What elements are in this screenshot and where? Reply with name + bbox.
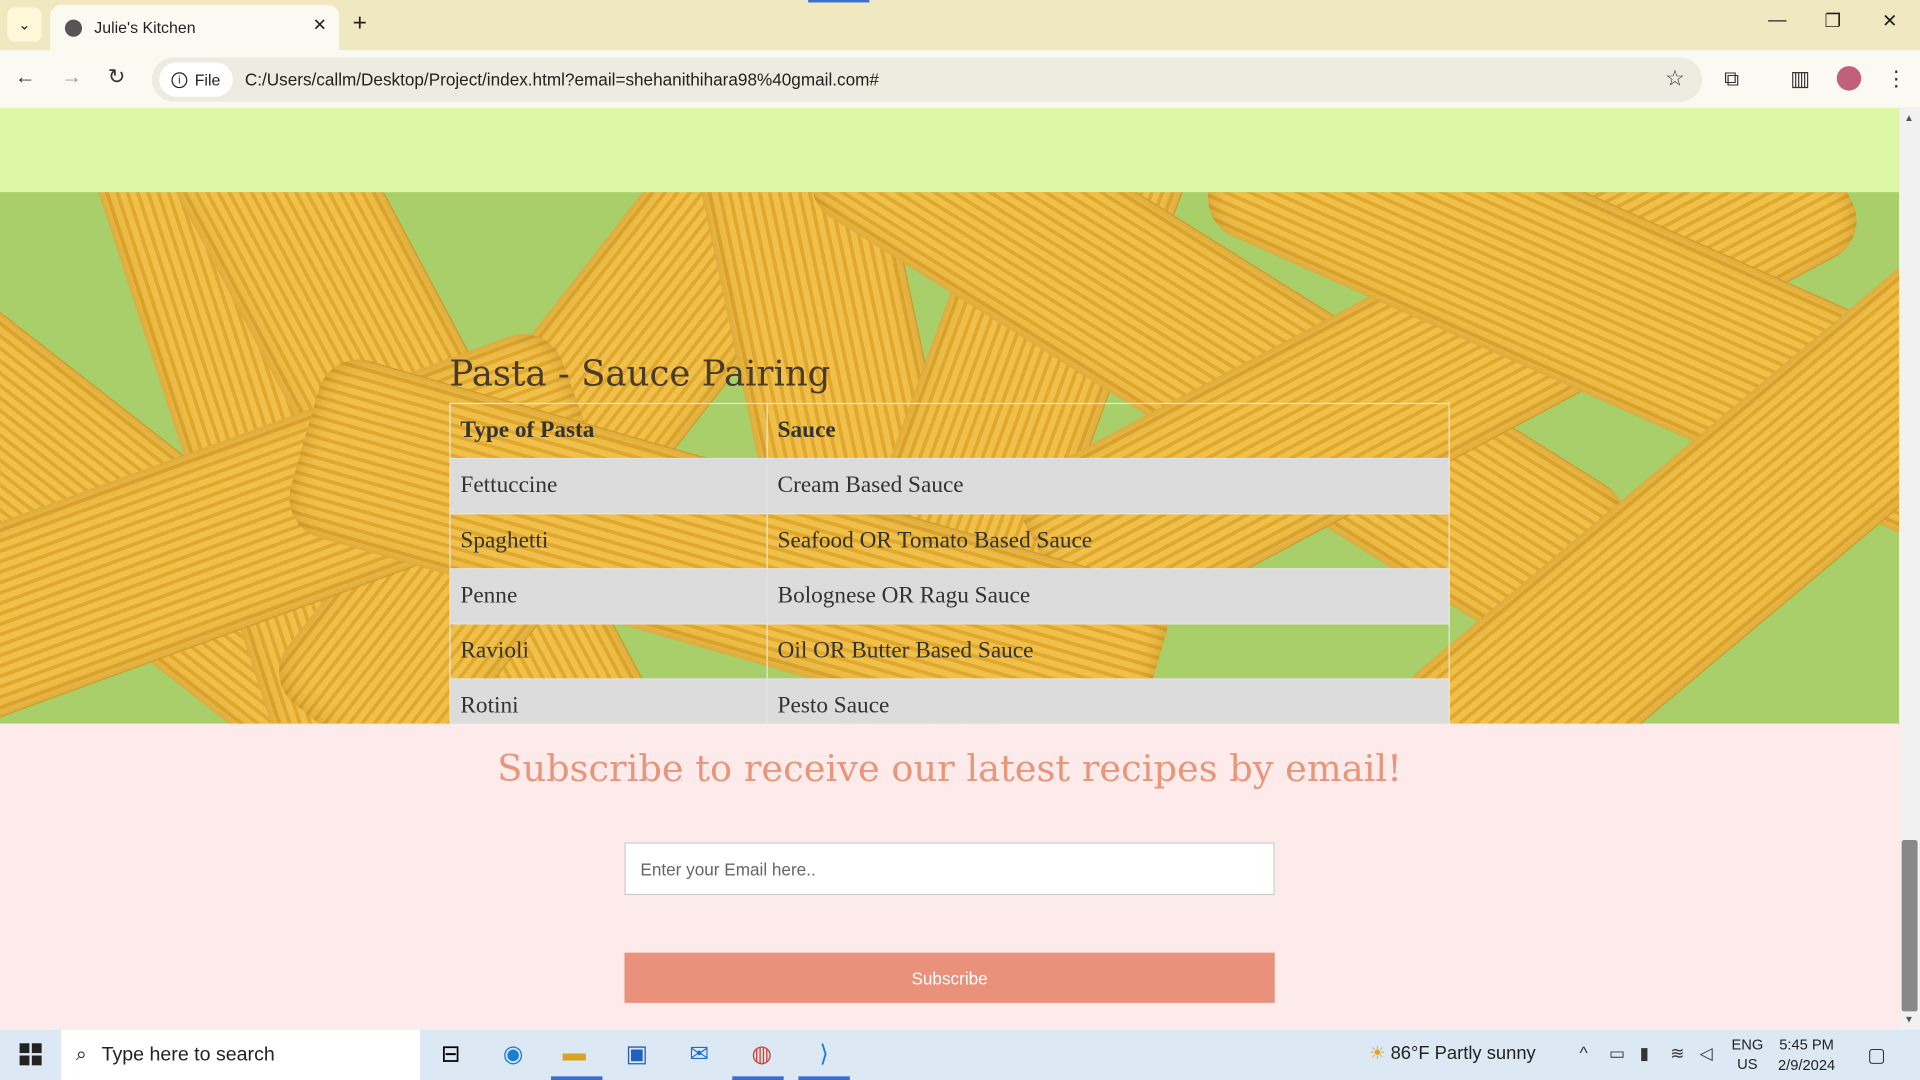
edge-browser-icon[interactable]: ◉ — [496, 1038, 530, 1070]
pasta-cell: Fettuccine — [449, 457, 768, 515]
taskbar-search-text: Type here to search — [101, 1043, 275, 1065]
tab-strip: ⌄ Julie's Kitchen ✕ + — ❐ ✕ — [0, 0, 1920, 51]
vscode-icon[interactable]: ⟩ — [807, 1038, 841, 1070]
lang-region: US — [1737, 1055, 1758, 1073]
extensions-icon[interactable]: ⧉ — [1724, 67, 1739, 91]
clock-date: 2/9/2024 — [1777, 1056, 1836, 1074]
task-view-icon[interactable]: ⊟ — [433, 1038, 467, 1070]
search-icon: ⌕ — [75, 1043, 87, 1065]
windows-taskbar: ⌕ Type here to search ⊟ ◉ ▬ ▣ ✉ ◍ ⟩ ☀ 86… — [0, 1029, 1920, 1080]
volume-icon[interactable]: ◁ — [1700, 1043, 1713, 1064]
email-input[interactable] — [624, 842, 1275, 896]
active-app-indicator — [732, 1076, 784, 1080]
browser-tab[interactable]: Julie's Kitchen ✕ — [50, 4, 340, 51]
sauce-cell: Cream Based Sauce — [766, 457, 1450, 515]
subscribe-button[interactable]: Subscribe — [624, 952, 1275, 1003]
tab-search-chevron-icon[interactable]: ⌄ — [7, 7, 42, 42]
file-explorer-icon[interactable]: ▬ — [557, 1038, 591, 1070]
table-row: Rotini Pesto Sauce — [449, 678, 1450, 724]
side-panel-icon[interactable]: ▥ — [1790, 67, 1810, 91]
vertical-scrollbar[interactable]: ▲ ▼ — [1899, 107, 1920, 1030]
page-viewport: Pasta - Sauce Pairing Type of Pasta Sauc… — [0, 107, 1900, 1030]
menu-dots-icon[interactable]: ⋮ — [1886, 67, 1907, 91]
chrome-icon[interactable]: ◍ — [744, 1038, 778, 1070]
site-info-chip[interactable]: i File — [159, 62, 233, 97]
scroll-down-icon[interactable]: ▼ — [1904, 1014, 1914, 1025]
top-green-band — [0, 107, 1900, 193]
weather-widget[interactable]: ☀ 86°F Partly sunny — [1369, 1042, 1536, 1064]
clock-time: 5:45 PM — [1779, 1035, 1834, 1054]
minimize-icon[interactable]: — — [1768, 10, 1786, 31]
forward-icon[interactable]: → — [61, 65, 82, 89]
browser-toolbar: ← → ↻ i File C:/Users/callm/Desktop/Proj… — [0, 50, 1920, 108]
battery-icon[interactable]: ▮ — [1640, 1043, 1649, 1064]
tab-indicator — [808, 0, 870, 3]
windows-start-icon[interactable] — [19, 1043, 42, 1066]
site-chip-label: File — [194, 70, 221, 89]
pasta-cell: Ravioli — [449, 623, 768, 680]
mail-icon[interactable]: ✉ — [682, 1038, 716, 1070]
pasta-cell: Penne — [449, 568, 768, 625]
info-icon: i — [171, 71, 188, 88]
scroll-up-icon[interactable]: ▲ — [1904, 113, 1914, 124]
table-row: Fettuccine Cream Based Sauce — [449, 457, 1450, 515]
taskbar-search[interactable]: ⌕ Type here to search — [61, 1029, 421, 1080]
column-header: Type of Pasta — [449, 402, 768, 460]
subscribe-title: Subscribe to receive our latest recipes … — [497, 748, 1402, 792]
globe-icon — [64, 18, 83, 37]
subscribe-section: Subscribe to receive our latest recipes … — [0, 723, 1900, 1030]
tab-title: Julie's Kitchen — [94, 18, 196, 37]
wifi-icon[interactable]: ≋ — [1670, 1043, 1684, 1064]
store-icon[interactable]: ▣ — [620, 1038, 654, 1070]
sauce-cell: Pesto Sauce — [766, 678, 1450, 724]
system-clock[interactable]: 5:45 PM 2/9/2024 — [1778, 1035, 1835, 1077]
close-tab-icon[interactable]: ✕ — [313, 15, 327, 36]
address-bar[interactable]: i File C:/Users/callm/Desktop/Project/in… — [151, 57, 1703, 102]
scrollbar-thumb[interactable] — [1901, 840, 1918, 1012]
back-icon[interactable]: ← — [15, 65, 36, 89]
active-app-indicator — [551, 1076, 603, 1080]
weather-text: 86°F Partly sunny — [1390, 1043, 1536, 1065]
window-close-icon[interactable]: ✕ — [1882, 10, 1897, 32]
table-header-row: Type of Pasta Sauce — [449, 402, 1450, 460]
notification-icon[interactable]: ▢ — [1867, 1043, 1886, 1067]
table-row: Ravioli Oil OR Butter Based Sauce — [449, 623, 1450, 680]
pasta-cell: Spaghetti — [449, 513, 768, 570]
restore-icon[interactable]: ❐ — [1825, 10, 1841, 32]
pasta-sauce-table: Type of Pasta Sauce Fettuccine Cream Bas… — [449, 402, 1450, 724]
active-app-indicator — [798, 1076, 850, 1080]
pasta-background-section: Pasta - Sauce Pairing Type of Pasta Sauc… — [0, 192, 1900, 724]
profile-avatar[interactable] — [1836, 66, 1862, 91]
column-header: Sauce — [766, 402, 1450, 460]
meet-icon[interactable]: ▭ — [1609, 1043, 1625, 1064]
reload-icon[interactable]: ↻ — [108, 65, 125, 89]
new-tab-button[interactable]: + — [353, 10, 367, 38]
bookmark-star-icon[interactable]: ☆ — [1665, 66, 1685, 92]
pairing-table-title: Pasta - Sauce Pairing — [449, 352, 831, 395]
url-text[interactable]: C:/Users/callm/Desktop/Project/index.htm… — [245, 70, 879, 90]
lang-primary: ENG — [1731, 1035, 1764, 1054]
language-indicator[interactable]: ENG US — [1731, 1035, 1763, 1074]
table-row: Spaghetti Seafood OR Tomato Based Sauce — [449, 513, 1450, 570]
sauce-cell: Seafood OR Tomato Based Sauce — [766, 513, 1450, 570]
sauce-cell: Oil OR Butter Based Sauce — [766, 623, 1450, 680]
pasta-cell: Rotini — [449, 678, 768, 724]
weather-sun-icon: ☀ — [1368, 1043, 1386, 1065]
sauce-cell: Bolognese OR Ragu Sauce — [766, 568, 1450, 625]
tray-chevron-icon[interactable]: ^ — [1580, 1043, 1588, 1063]
table-row: Penne Bolognese OR Ragu Sauce — [449, 568, 1450, 625]
